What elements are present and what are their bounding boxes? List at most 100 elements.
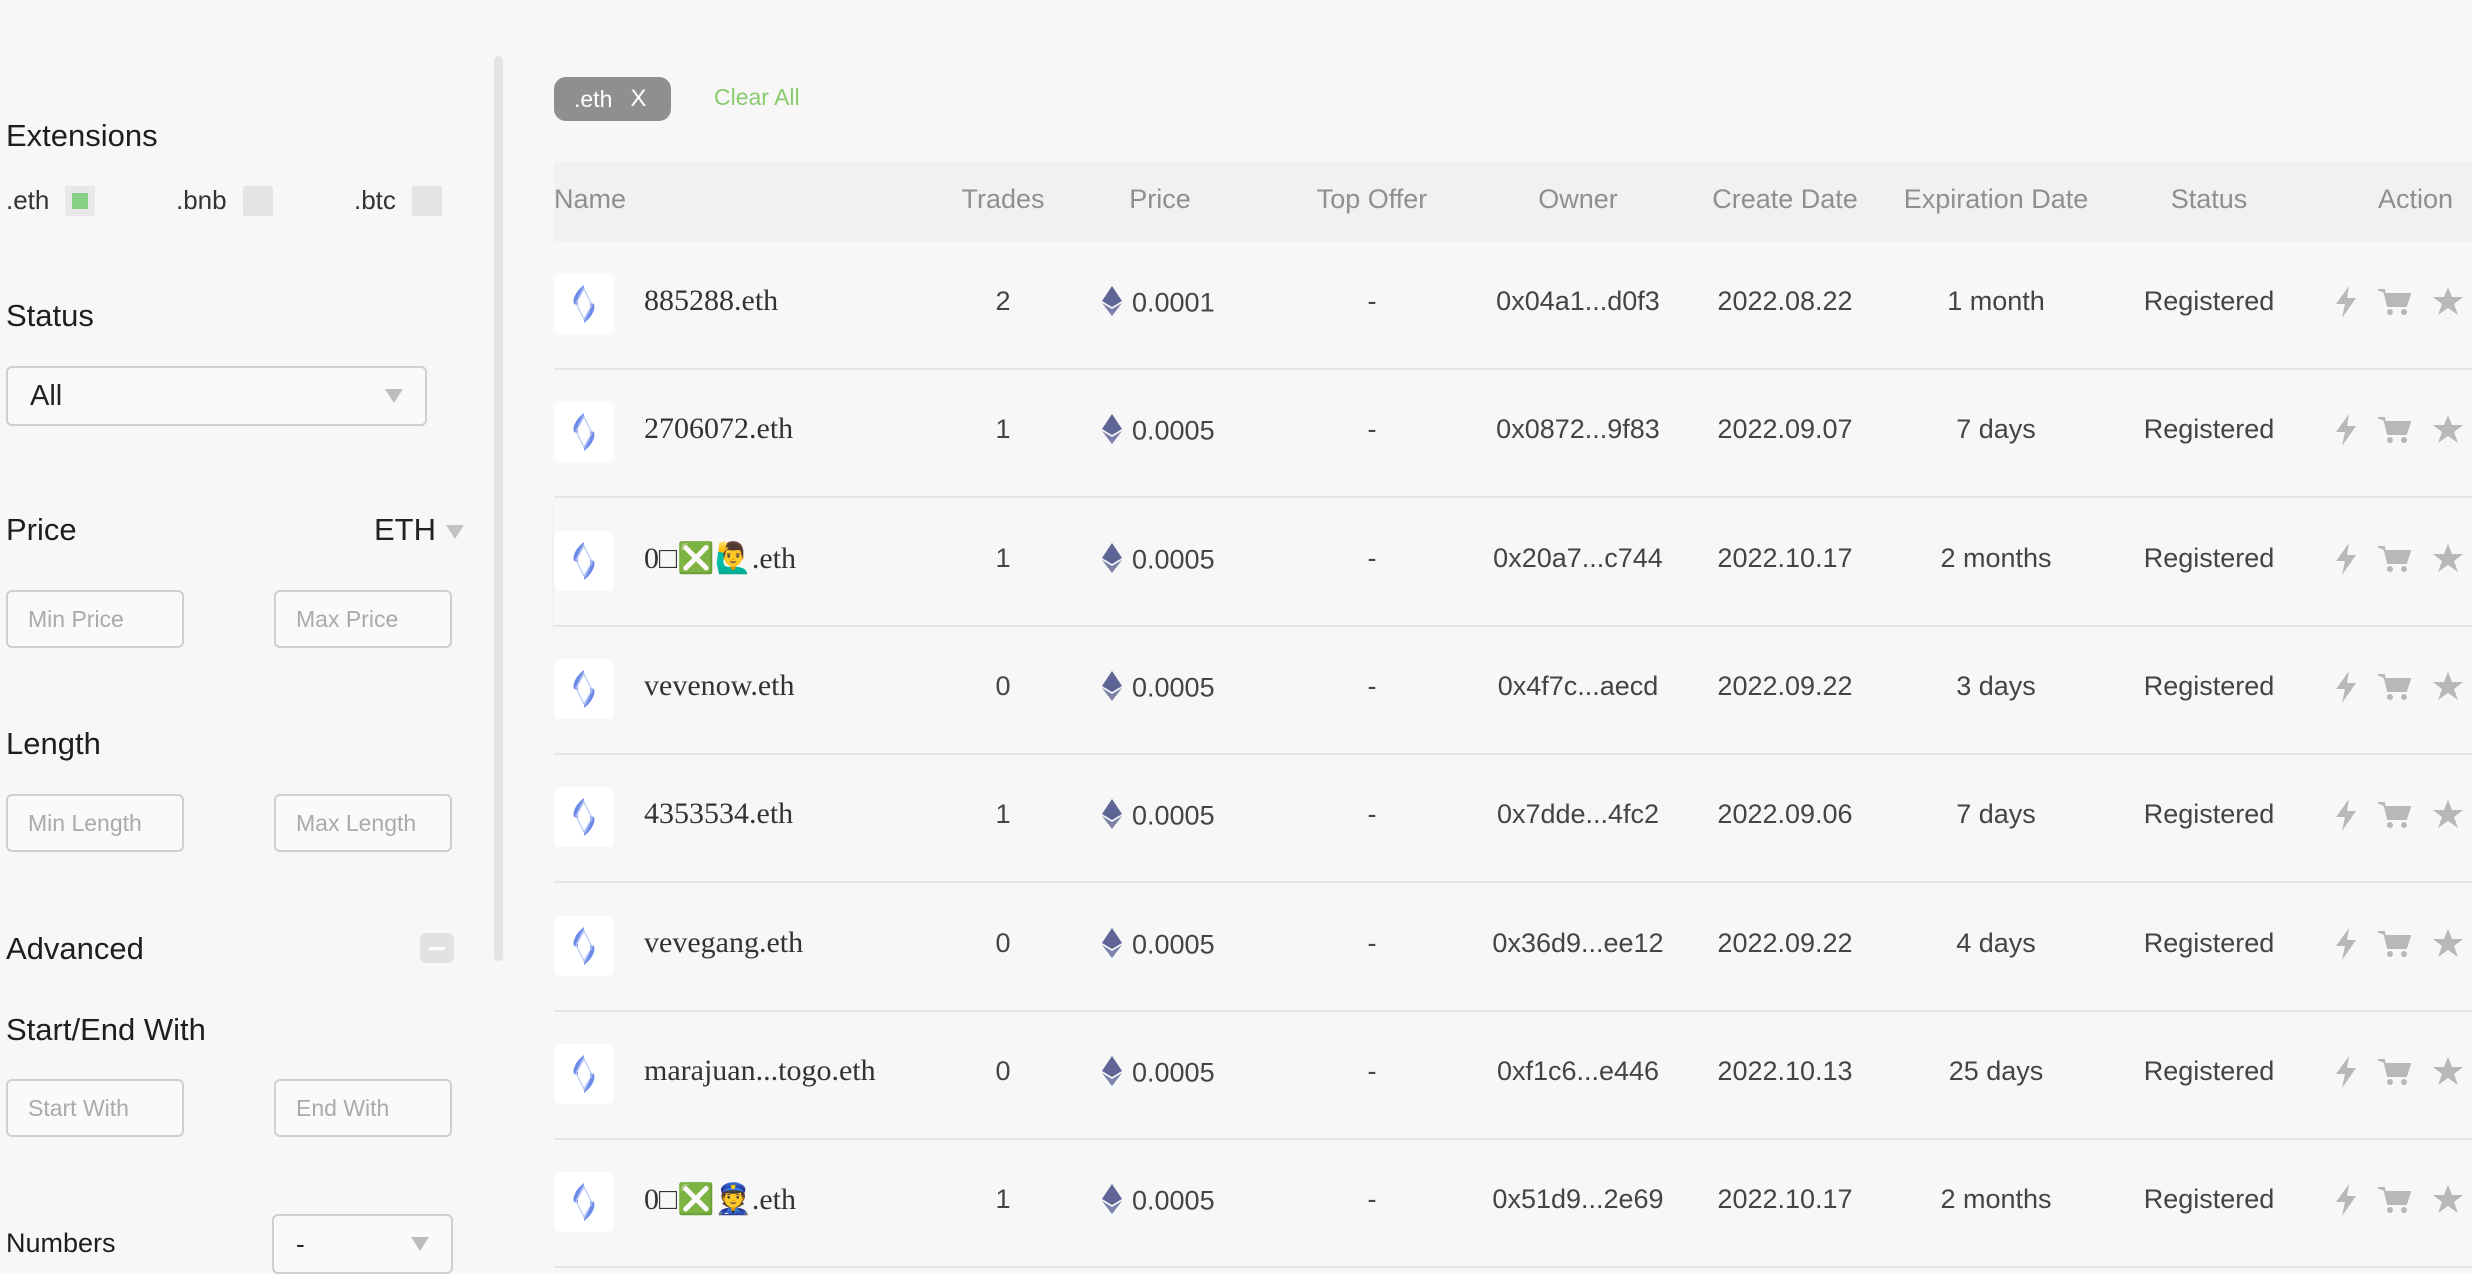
ens-logo-icon [554, 530, 614, 591]
owner-address-link[interactable]: 0x20a7...c744 [1493, 543, 1663, 574]
cart-icon[interactable] [2378, 673, 2412, 706]
star-icon[interactable] [2432, 286, 2464, 321]
lightning-icon[interactable] [2334, 542, 2358, 580]
header-expiration-date[interactable]: Expiration Date [1904, 184, 2089, 215]
create-date-value: 2022.09.06 [1717, 799, 1853, 830]
star-icon[interactable] [2432, 543, 2464, 578]
max-price-input[interactable]: Max Price [274, 590, 452, 648]
lightning-icon[interactable] [2334, 1184, 2358, 1221]
table-row[interactable]: vevenow.eth 0 0.0005 - 0x4f7c...aecd 2022.09.… [554, 626, 2472, 755]
owner-address-link[interactable]: 0x36d9...ee12 [1492, 928, 1663, 959]
owner-address-link[interactable]: 0x0872...9f83 [1496, 414, 1660, 445]
extension-bnb[interactable]: .bnb [176, 185, 273, 216]
expiration-value: 1 month [1947, 286, 2045, 316]
table-header: Name Trades Price Top Offer Owner Create… [554, 162, 2472, 242]
domain-name-link[interactable]: vevegang.eth [644, 926, 803, 960]
owner-address-link[interactable]: 0x7dde...4fc2 [1497, 799, 1659, 830]
extension-eth[interactable]: .eth [6, 185, 96, 216]
start-with-input[interactable]: Start With [6, 1079, 184, 1137]
chevron-down-icon [411, 1237, 429, 1251]
ens-logo-icon [554, 1172, 614, 1233]
price-value: 0.0005 [1132, 929, 1215, 960]
lightning-icon[interactable] [2334, 286, 2358, 323]
top-offer-value: - [1367, 670, 1377, 701]
cart-icon[interactable] [2378, 416, 2412, 449]
status-value: Registered [2143, 414, 2275, 445]
cart-icon[interactable] [2378, 288, 2412, 321]
sidebar-scrollbar[interactable] [494, 56, 503, 961]
table-row[interactable]: 4353534.eth 1 0.0005 - 0x7dde...4fc2 2022.09.… [554, 755, 2472, 884]
collapse-icon[interactable] [420, 933, 454, 963]
header-status[interactable]: Status [2171, 184, 2248, 215]
domain-name-link[interactable]: vevenow.eth [644, 669, 795, 703]
star-icon[interactable] [2432, 799, 2464, 834]
lightning-icon[interactable] [2334, 1055, 2358, 1093]
cart-icon[interactable] [2378, 801, 2412, 834]
header-name[interactable]: Name [554, 184, 626, 215]
max-length-input[interactable]: Max Length [274, 794, 452, 852]
cart-icon[interactable] [2378, 930, 2412, 963]
create-date-value: 2022.10.17 [1717, 1184, 1853, 1215]
table-row[interactable]: 885288.eth 2 0.0001 - 0x04a1...d0f3 2022.08.2… [554, 242, 2472, 370]
header-create-date[interactable]: Create Date [1712, 184, 1858, 215]
header-price[interactable]: Price [1129, 184, 1191, 215]
status-value: Registered [2143, 286, 2275, 316]
expiration-value: 3 days [1956, 670, 2036, 701]
end-with-input[interactable]: End With [274, 1079, 452, 1137]
owner-address-link[interactable]: 0x4f7c...aecd [1498, 671, 1659, 702]
min-length-input[interactable]: Min Length [6, 794, 184, 852]
domain-name-link[interactable]: 885288.eth [644, 284, 778, 318]
lightning-icon[interactable] [2334, 414, 2358, 451]
trades-count: 1 [995, 414, 1011, 445]
owner-address-link[interactable]: 0x04a1...d0f3 [1496, 286, 1660, 317]
lightning-icon[interactable] [2334, 927, 2358, 965]
header-trades[interactable]: Trades [961, 184, 1044, 215]
domain-name-link[interactable]: 2706072.eth [644, 412, 793, 446]
domain-name-link[interactable]: 0□❎👮.eth [644, 1182, 796, 1217]
table-row[interactable]: vevegang.eth 0 0.0005 - 0x36d9...ee12 2022.09… [554, 883, 2472, 1012]
chevron-down-icon [446, 524, 464, 539]
lightning-icon[interactable] [2334, 670, 2358, 708]
extension-btc[interactable]: .btc [354, 185, 442, 216]
extension-btc-checkbox[interactable] [411, 185, 442, 216]
owner-address-link[interactable]: 0x51d9...2e69 [1492, 1184, 1663, 1215]
table-row[interactable]: 0□❎🙋‍♂️.eth 1 0.0005 - 0x20a7...c744 2022.10.… [554, 498, 2472, 627]
cart-icon[interactable] [2378, 1058, 2412, 1091]
price-cell: 0.0005 [1102, 1055, 1215, 1093]
status-select[interactable]: All [6, 366, 427, 426]
star-icon[interactable] [2432, 1184, 2464, 1219]
trades-count: 1 [995, 799, 1011, 830]
filter-sidebar: Extensions .eth .bnb .btc Status All Pri… [0, 0, 500, 1274]
create-date-value: 2022.09.07 [1717, 414, 1853, 445]
owner-address-link[interactable]: 0xf1c6...e446 [1497, 1056, 1659, 1087]
lightning-icon[interactable] [2334, 799, 2358, 836]
domain-name-link[interactable]: 4353534.eth [644, 797, 793, 831]
table-row[interactable]: 2706072.eth 1 0.0005 - 0x0872...9f83 2022.09.… [554, 370, 2472, 499]
cart-icon[interactable] [2378, 545, 2412, 578]
table-row[interactable]: 0□❎👮.eth 1 0.0005 - 0x51d9...2e69 2022.10.17 2… [554, 1140, 2472, 1269]
star-icon[interactable] [2432, 928, 2464, 963]
star-icon[interactable] [2432, 414, 2464, 449]
close-icon[interactable]: X [630, 85, 646, 113]
cart-icon[interactable] [2378, 1186, 2412, 1219]
create-date-value: 2022.09.22 [1717, 927, 1853, 958]
price-currency-select[interactable]: ETH [374, 512, 464, 548]
star-icon[interactable] [2432, 671, 2464, 706]
domain-name-link[interactable]: marajuan...togo.eth [644, 1054, 876, 1088]
numbers-select[interactable]: - [272, 1214, 453, 1274]
header-top-offer[interactable]: Top Offer [1317, 184, 1428, 215]
table-row[interactable]: marajuan...togo.eth 0 0.0005 - 0xf1c6...e446… [554, 1011, 2472, 1140]
header-owner[interactable]: Owner [1538, 184, 1618, 215]
clear-all-link[interactable]: Clear All [714, 84, 800, 111]
filter-chip-eth[interactable]: .eth X [554, 77, 671, 121]
status-value: Registered [2143, 1055, 2275, 1086]
domain-name-link[interactable]: 0□❎🙋‍♂️.eth [644, 541, 796, 576]
extension-eth-checkbox[interactable] [65, 185, 96, 216]
price-value: 0.0005 [1132, 544, 1215, 575]
min-price-input[interactable]: Min Price [6, 590, 184, 648]
star-icon[interactable] [2432, 1056, 2464, 1091]
ens-logo-icon [554, 658, 614, 719]
eth-diamond-icon [1102, 799, 1122, 836]
expiration-value: 2 months [1940, 1184, 2052, 1215]
extension-bnb-checkbox[interactable] [242, 185, 273, 216]
